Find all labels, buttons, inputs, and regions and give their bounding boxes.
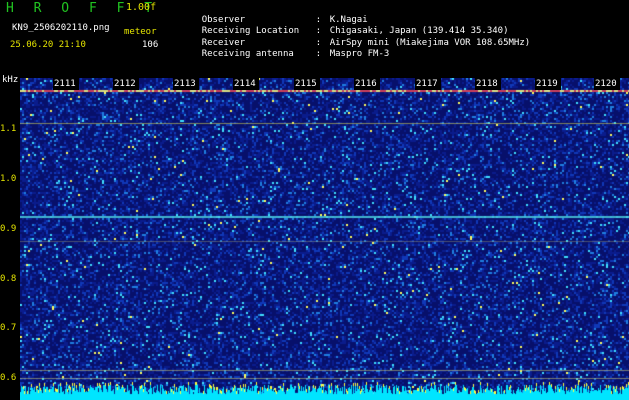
time-tick-label: 2111 bbox=[54, 79, 76, 89]
spectrogram-plot: 2111 2112 2113 2114 2115 2116 2117 2118 … bbox=[20, 78, 629, 400]
info-row-antenna: Receiving antenna: Maspro FM-3 bbox=[180, 39, 390, 69]
filename-label: KN9_2506202110.png bbox=[12, 23, 110, 33]
time-tick-label: 2118 bbox=[476, 79, 498, 89]
time-tick-label: 2116 bbox=[355, 79, 377, 89]
meteor-count: 106 bbox=[142, 40, 159, 50]
time-tick-label: 2117 bbox=[416, 79, 438, 89]
spectrogram-canvas bbox=[20, 78, 629, 400]
info-key: Receiving antenna bbox=[201, 49, 294, 59]
time-tick-label: 2115 bbox=[295, 79, 317, 89]
y-tick-label: 1.0 bbox=[0, 174, 17, 184]
spectrogram-window: H R O F F T 1.00f KN9_2506202110.png met… bbox=[0, 0, 629, 400]
info-value: Maspro FM-3 bbox=[329, 49, 390, 59]
time-tick-label: 2119 bbox=[536, 79, 558, 89]
y-tick-label: 0.9 bbox=[0, 224, 17, 234]
time-tick-label: 2113 bbox=[174, 79, 196, 89]
info-separator: : bbox=[315, 49, 322, 59]
time-tick-label: 2114 bbox=[234, 79, 256, 89]
y-tick-label: 0.8 bbox=[0, 274, 17, 284]
time-tick-label: 2112 bbox=[114, 79, 136, 89]
meteor-label: meteor bbox=[124, 27, 157, 37]
y-tick-label: 1.1 bbox=[0, 124, 17, 134]
time-tick-label: 2120 bbox=[595, 79, 617, 89]
version-label: 1.00f bbox=[126, 2, 157, 13]
y-axis-unit: kHz bbox=[2, 75, 19, 85]
datetime-label: 25.06.20 21:10 bbox=[10, 40, 86, 50]
y-tick-label: 0.6 bbox=[0, 373, 17, 383]
y-tick-label: 0.7 bbox=[0, 323, 17, 333]
